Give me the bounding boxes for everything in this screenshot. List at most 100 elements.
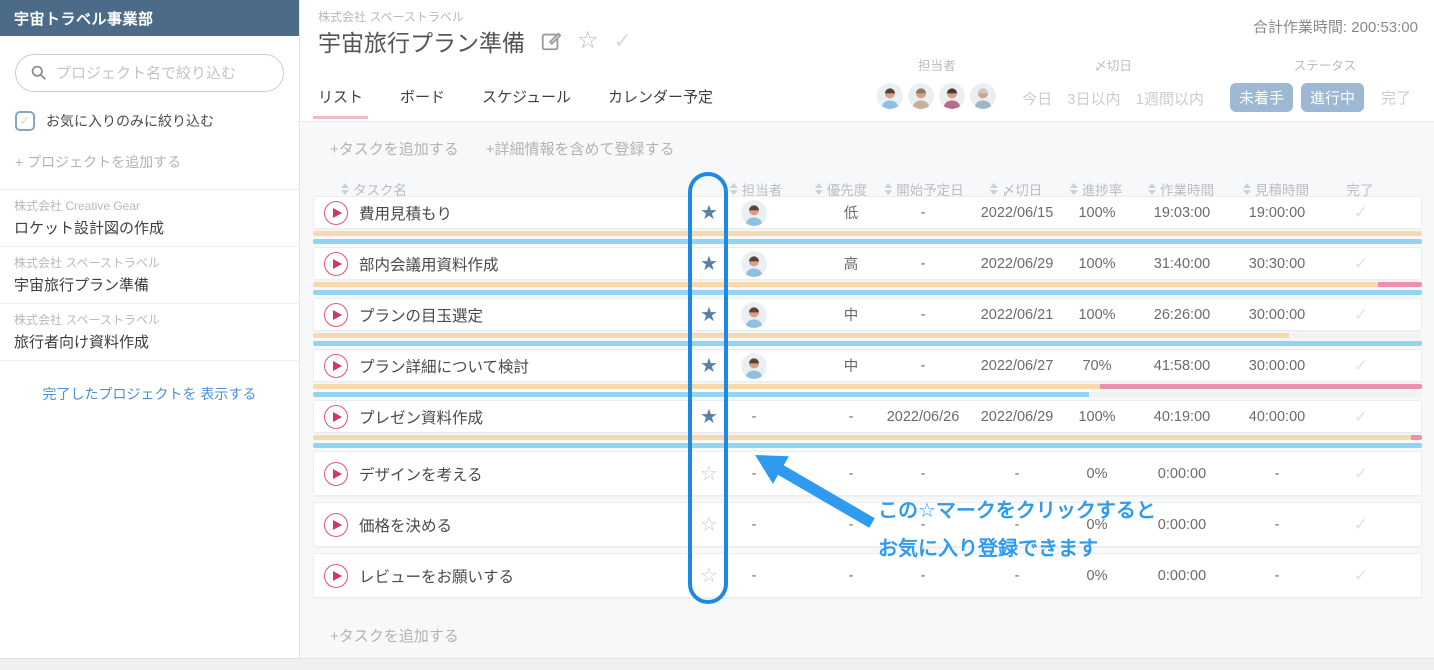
tab-schedule[interactable]: スケジュール: [482, 86, 571, 119]
table-row: 費用見積もり ★ - 低 - 2022/06/15 100% 19:03:00 …: [313, 196, 1422, 247]
due-date-cell: 2022/06/21: [981, 299, 1054, 330]
favorites-only-filter[interactable]: ✓ お気に入りのみに絞り込む: [15, 111, 284, 131]
task-name: レビューをお願いする: [359, 554, 514, 597]
play-timer-button[interactable]: [324, 513, 348, 537]
play-timer-button[interactable]: [324, 201, 348, 225]
table-row: デザインを考える ☆ - - - - 0% 0:00:00 - ✓: [313, 451, 1422, 502]
tab-board[interactable]: ボード: [400, 86, 445, 119]
favorite-star-icon[interactable]: ☆: [700, 566, 718, 586]
play-timer-button[interactable]: [324, 405, 348, 429]
task-card[interactable]: プレゼン資料作成 ★ - - 2022/06/26 2022/06/29 100…: [313, 400, 1422, 433]
work-time-cell: 0:00:00: [1158, 503, 1206, 546]
work-time-cell: 0:00:00: [1158, 554, 1206, 597]
add-task-with-details-button[interactable]: +詳細情報を含めて登録する: [486, 138, 675, 159]
task-card[interactable]: 費用見積もり ★ - 低 - 2022/06/15 100% 19:03:00 …: [313, 196, 1422, 229]
project-company-label: 株式会社 スペーストラベル: [318, 8, 464, 25]
complete-check-icon[interactable]: ✓: [1354, 203, 1368, 223]
task-name: 費用見積もり: [359, 197, 452, 228]
play-icon: [333, 520, 342, 530]
due-date-cell: 2022/06/29: [981, 401, 1054, 432]
sidebar-item-project[interactable]: 株式会社 スペーストラベル 旅行者向け資料作成: [0, 304, 299, 361]
assignee-avatar: [741, 353, 767, 379]
complete-check-icon[interactable]: ✓: [1354, 464, 1368, 484]
start-date-cell: -: [921, 299, 926, 330]
assignee-avatar[interactable]: [908, 83, 934, 109]
project-search: [15, 54, 284, 92]
play-timer-button[interactable]: [324, 354, 348, 378]
start-date-cell: 2022/06/26: [887, 401, 960, 432]
favorite-star-icon[interactable]: ★: [700, 407, 718, 427]
favorite-star-icon[interactable]: ★: [700, 305, 718, 325]
add-task-button[interactable]: +タスクを追加する: [330, 138, 459, 159]
task-card[interactable]: プランの目玉選定 ★ - 中 - 2022/06/21 100% 26:26:0…: [313, 298, 1422, 331]
task-card[interactable]: レビューをお願いする ☆ - - - - 0% 0:00:00 - ✓: [313, 553, 1422, 598]
sidebar-item-project[interactable]: 株式会社 スペーストラベル 宇宙旅行プラン準備: [0, 247, 299, 304]
assignee-avatar[interactable]: [970, 83, 996, 109]
complete-check-icon[interactable]: ✓: [1354, 254, 1368, 274]
table-row: プラン詳細について検討 ★ - 中 - 2022/06/27 70% 41:58…: [313, 349, 1422, 400]
play-timer-button[interactable]: [324, 564, 348, 588]
filter-bar: 担当者 〆切日 今日 3日以内 1週間以内 ステータス 未着手 進行中 完了: [877, 55, 1420, 112]
project-name: ロケット設計図の作成: [14, 217, 285, 238]
work-vs-estimate-bar: [313, 435, 1422, 440]
footer-strip: [0, 658, 1434, 670]
progress-cell: 100%: [1078, 248, 1115, 279]
assignee-avatar: [741, 302, 767, 328]
favorite-star-icon[interactable]: ★: [700, 203, 718, 223]
annotation-text-line1: この☆マークをクリックすると: [878, 494, 1156, 523]
assignee-avatar[interactable]: [939, 83, 965, 109]
play-timer-button[interactable]: [324, 462, 348, 486]
task-card[interactable]: プラン詳細について検討 ★ - 中 - 2022/06/27 70% 41:58…: [313, 349, 1422, 382]
complete-check-icon[interactable]: ✓: [1354, 515, 1368, 535]
deadline-filter-group: 〆切日 今日 3日以内 1週間以内: [1022, 55, 1204, 109]
deadline-option-1week[interactable]: 1週間以内: [1136, 88, 1204, 109]
play-timer-button[interactable]: [324, 303, 348, 327]
task-name: デザインを考える: [359, 452, 483, 495]
project-name: 旅行者向け資料作成: [14, 331, 285, 352]
tab-calendar[interactable]: カレンダー予定: [608, 86, 713, 119]
add-task-bottom-button[interactable]: +タスクを追加する: [330, 625, 459, 646]
view-tabs: リスト ボード スケジュール カレンダー予定: [318, 86, 713, 119]
deadline-option-3days[interactable]: 3日以内: [1067, 88, 1120, 109]
favorite-star-icon[interactable]: ☆: [700, 464, 718, 484]
table-row: 価格を決める ☆ - - - - 0% 0:00:00 - ✓: [313, 502, 1422, 553]
task-card[interactable]: 部内会議用資料作成 ★ - 高 - 2022/06/29 100% 31:40:…: [313, 247, 1422, 280]
work-time-cell: 26:26:00: [1154, 299, 1210, 330]
project-name: 宇宙旅行プラン準備: [14, 274, 285, 295]
favorite-project-star-icon[interactable]: ☆: [577, 29, 599, 53]
show-completed-projects-link[interactable]: 完了したプロジェクトを 表示する: [0, 384, 299, 404]
add-project-button[interactable]: + プロジェクトを追加する: [15, 152, 284, 172]
status-pill-done[interactable]: 完了: [1372, 83, 1420, 112]
tab-list[interactable]: リスト: [318, 86, 363, 119]
task-card[interactable]: 価格を決める ☆ - - - - 0% 0:00:00 - ✓: [313, 502, 1422, 547]
due-date-cell: 2022/06/27: [981, 350, 1054, 381]
favorite-star-icon[interactable]: ☆: [700, 515, 718, 535]
search-icon: [30, 64, 47, 81]
favorites-filter-label: お気に入りのみに絞り込む: [46, 111, 214, 131]
status-pill-in-progress[interactable]: 進行中: [1301, 83, 1364, 112]
favorite-star-icon[interactable]: ★: [700, 254, 718, 274]
priority-cell: 低: [844, 197, 859, 228]
progress-cell: 0%: [1087, 452, 1108, 495]
favorites-checkbox[interactable]: ✓: [15, 111, 35, 131]
work-vs-estimate-bar: [313, 333, 1422, 338]
task-card[interactable]: デザインを考える ☆ - - - - 0% 0:00:00 - ✓: [313, 451, 1422, 496]
play-timer-button[interactable]: [324, 252, 348, 276]
complete-check-icon[interactable]: ✓: [1354, 407, 1368, 427]
project-search-input[interactable]: [15, 54, 284, 92]
task-name: プラン詳細について検討: [359, 350, 529, 381]
favorite-star-icon[interactable]: ★: [700, 356, 718, 376]
complete-check-icon[interactable]: ✓: [1354, 305, 1368, 325]
complete-project-check-icon[interactable]: ✓: [614, 30, 632, 52]
edit-icon[interactable]: [540, 30, 562, 52]
complete-check-icon[interactable]: ✓: [1354, 356, 1368, 376]
assignee-avatar[interactable]: [877, 83, 903, 109]
start-date-cell: -: [921, 197, 926, 228]
status-pill-not-started[interactable]: 未着手: [1230, 83, 1293, 112]
deadline-option-today[interactable]: 今日: [1022, 88, 1052, 109]
complete-check-icon[interactable]: ✓: [1354, 566, 1368, 586]
progress-cell: 100%: [1078, 197, 1115, 228]
task-name: 部内会議用資料作成: [359, 248, 499, 279]
status-filter-group: ステータス 未着手 進行中 完了: [1230, 55, 1420, 112]
sidebar-item-project[interactable]: 株式会社 Creative Gear ロケット設計図の作成: [0, 190, 299, 247]
